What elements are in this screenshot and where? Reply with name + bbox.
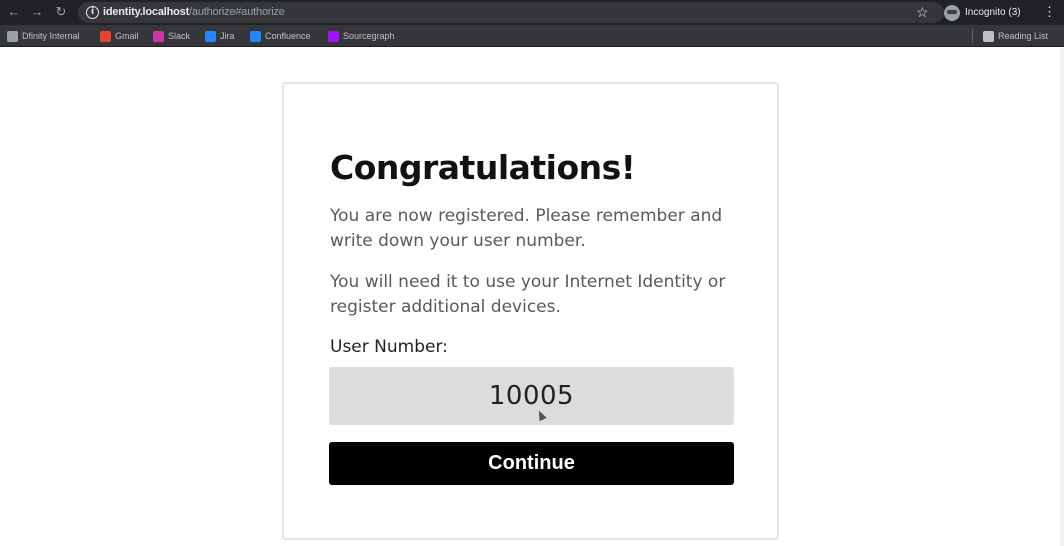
folder-icon bbox=[7, 30, 18, 42]
bookmark-label: Slack bbox=[168, 31, 191, 41]
profile-label: Incognito (3) bbox=[965, 7, 1021, 18]
forward-icon[interactable]: → bbox=[29, 4, 45, 20]
gmail-icon bbox=[100, 30, 111, 42]
profile-button[interactable]: Incognito (3) bbox=[944, 4, 1021, 21]
bookmarks-bar: Dfinity Internal Gmail Slack Jira Conflu… bbox=[0, 25, 1064, 47]
bookmark-label: Confluence bbox=[265, 31, 311, 41]
jira-icon bbox=[205, 30, 216, 42]
registered-message: You are now registered. Please remember … bbox=[330, 206, 723, 251]
slack-icon bbox=[153, 30, 164, 42]
reading-list-label: Reading List bbox=[998, 31, 1049, 41]
confluence-icon bbox=[250, 30, 261, 42]
continue-button[interactable]: Continue bbox=[329, 442, 734, 485]
bookmark-confluence[interactable]: Confluence bbox=[250, 29, 311, 43]
url-text: identity.localhost/authorize#authorize bbox=[103, 5, 285, 20]
page-scrollbar[interactable] bbox=[1060, 48, 1064, 546]
back-icon[interactable]: ← bbox=[6, 4, 22, 20]
bookmark-label: Dfinity Internal bbox=[22, 31, 80, 41]
bookmark-gmail[interactable]: Gmail bbox=[100, 29, 139, 43]
usage-message: You will need it to use your Internet Id… bbox=[330, 272, 726, 317]
address-bar[interactable]: i identity.localhost/authorize#authorize bbox=[78, 2, 944, 23]
url-path: /authorize#authorize bbox=[189, 6, 285, 18]
bookmark-divider bbox=[972, 29, 973, 43]
incognito-icon bbox=[944, 4, 960, 21]
bookmark-label: Gmail bbox=[115, 31, 139, 41]
bookmark-label: Sourcegraph bbox=[343, 31, 395, 41]
bookmark-jira[interactable]: Jira bbox=[205, 29, 235, 43]
bookmark-label: Jira bbox=[220, 31, 235, 41]
bookmark-dfinity-internal[interactable]: Dfinity Internal bbox=[7, 29, 80, 43]
site-info-icon[interactable]: i bbox=[86, 6, 99, 19]
bookmark-star-icon[interactable]: ☆ bbox=[916, 4, 929, 20]
reading-list-icon bbox=[983, 30, 994, 42]
reload-icon[interactable]: ↻ bbox=[53, 4, 69, 20]
url-host: identity.localhost bbox=[103, 6, 190, 18]
sourcegraph-icon bbox=[328, 30, 339, 42]
reading-list-button[interactable]: Reading List bbox=[983, 29, 1048, 43]
kebab-menu-icon[interactable]: ⋮ bbox=[1043, 4, 1056, 20]
browser-toolbar: ← → ↻ i identity.localhost/authorize#aut… bbox=[0, 0, 1064, 25]
bookmark-slack[interactable]: Slack bbox=[153, 29, 190, 43]
bookmark-sourcegraph[interactable]: Sourcegraph bbox=[328, 29, 395, 43]
user-number-display: 10005 bbox=[329, 367, 734, 425]
page-title: Congratulations! bbox=[330, 148, 636, 187]
registration-card: Congratulations! You are now registered.… bbox=[282, 82, 779, 540]
user-number-label: User Number: bbox=[330, 337, 448, 357]
